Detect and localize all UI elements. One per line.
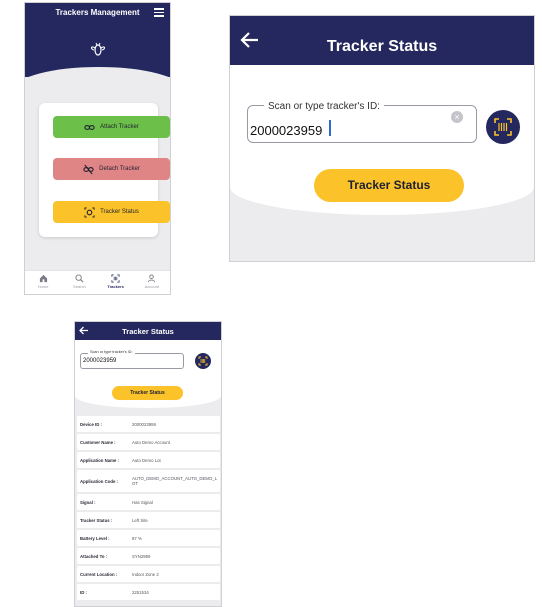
tab-search-label: Search [73, 284, 86, 289]
hamburger-icon[interactable] [154, 8, 164, 17]
row-key: Device ID : [80, 421, 102, 427]
info-row-customer-name: Customer Name : Auto Demo Account [77, 434, 220, 450]
search-icon [75, 274, 84, 283]
tab-search[interactable]: Search [61, 271, 97, 294]
row-key: Battery Level : [80, 535, 110, 541]
info-row-device-id: Device ID : 2000023959 [77, 416, 220, 432]
row-key: Application Code : [80, 478, 118, 484]
info-row-id: ID : 2251534 [77, 584, 220, 600]
header: Tracker Status [230, 16, 534, 65]
tracker-status-label: Tracker Status [100, 209, 139, 215]
tracker-id-label: Scan or type tracker's ID: [88, 350, 135, 354]
tracker-status-result-screen: Tracker Status Scan or type tracker's ID… [74, 321, 222, 607]
barcode-scan-icon [494, 118, 512, 136]
row-value: AUTO_DEMO_ACCOUNT_AUTO_DEMO_LOT [132, 476, 218, 486]
home-icon [39, 274, 47, 283]
row-value: 87 % [132, 535, 142, 541]
clear-icon[interactable]: × [451, 111, 463, 123]
barcode-icon [111, 274, 120, 283]
info-row-signal: Signal : Has Signal [77, 494, 220, 510]
row-key: Tracker Status : [80, 517, 113, 523]
row-key: Attached To : [80, 553, 108, 559]
barcode-scan-icon [198, 356, 208, 366]
tracker-status-button[interactable]: Tracker Status [112, 386, 183, 400]
detach-tracker-button[interactable]: Detach Tracker [53, 158, 170, 180]
tracker-status-button[interactable]: Tracker Status [314, 169, 464, 202]
tracker-id-label: Scan or type tracker's ID: [264, 101, 384, 112]
header: Trackers Management [25, 3, 170, 77]
crosshair-icon [84, 206, 95, 218]
tab-trackers[interactable]: Trackers [98, 271, 134, 294]
tracker-id-value: 2000023959 [83, 358, 117, 364]
tracker-status-button[interactable]: Tracker Status [53, 201, 170, 223]
bottom-tab-bar: Home Search Trackers Account [25, 270, 170, 294]
info-row-application-code: Application Code : AUTO_DEMO_ACCOUNT_AUT… [77, 470, 220, 492]
row-key: ID : [80, 589, 87, 595]
page-title: Tracker Status [326, 38, 438, 55]
row-key: Signal : [80, 499, 96, 505]
row-key: Current Location : [80, 571, 118, 577]
row-value: Auto Demo Account [132, 439, 170, 445]
tab-home-label: Home [37, 284, 49, 289]
actions-card: Attach Tracker Detach Tracker Tracker St… [39, 103, 170, 237]
tracker-id-value: 2000023959 [250, 123, 323, 138]
row-key: Customer Name : [80, 439, 116, 445]
row-key: Application Name : [80, 457, 119, 463]
row-value: 2000023959 [132, 421, 156, 427]
unlink-icon [83, 164, 94, 174]
trackers-management-screen: Trackers Management Attach Tracker Detac… [24, 2, 171, 295]
row-value: SYN2959 [132, 553, 151, 559]
detach-tracker-label: Detach Tracker [99, 166, 140, 172]
user-icon [148, 274, 156, 283]
tab-home[interactable]: Home [25, 271, 61, 294]
tracker-status-screen-zoomed: Tracker Status Scan or type tracker's ID… [229, 15, 535, 262]
header-title: Trackers Management [55, 8, 140, 17]
bee-logo-icon [90, 42, 106, 56]
info-row-tracker-status: Tracker Status : Left Site [77, 512, 220, 528]
page-title: Tracker Status [122, 327, 174, 336]
row-value: Has Signal [132, 499, 153, 505]
info-row-attached-to: Attached To : SYN2959 [77, 548, 220, 564]
attach-tracker-label: Attach Tracker [100, 124, 139, 130]
info-row-battery-level: Battery Level : 87 % [77, 530, 220, 546]
info-row-application-name: Application Name : Auto Demo Lot [77, 452, 220, 468]
attach-tracker-button[interactable]: Attach Tracker [53, 116, 170, 138]
scan-barcode-button[interactable] [195, 353, 211, 369]
tab-trackers-label: Trackers [107, 284, 124, 289]
info-row-current-location: Current Location : Indoor Zone 2 [77, 566, 220, 582]
text-caret [329, 120, 331, 136]
row-value: Indoor Zone 2 [132, 571, 159, 577]
link-icon [84, 124, 95, 130]
row-value: 2251534 [132, 589, 149, 595]
tab-account[interactable]: Account [134, 271, 170, 294]
header: Tracker Status [75, 322, 221, 340]
row-value: Auto Demo Lot [132, 457, 161, 463]
row-value: Left Site [132, 517, 148, 523]
tab-account-label: Account [144, 284, 160, 289]
scan-barcode-button[interactable] [486, 110, 520, 144]
